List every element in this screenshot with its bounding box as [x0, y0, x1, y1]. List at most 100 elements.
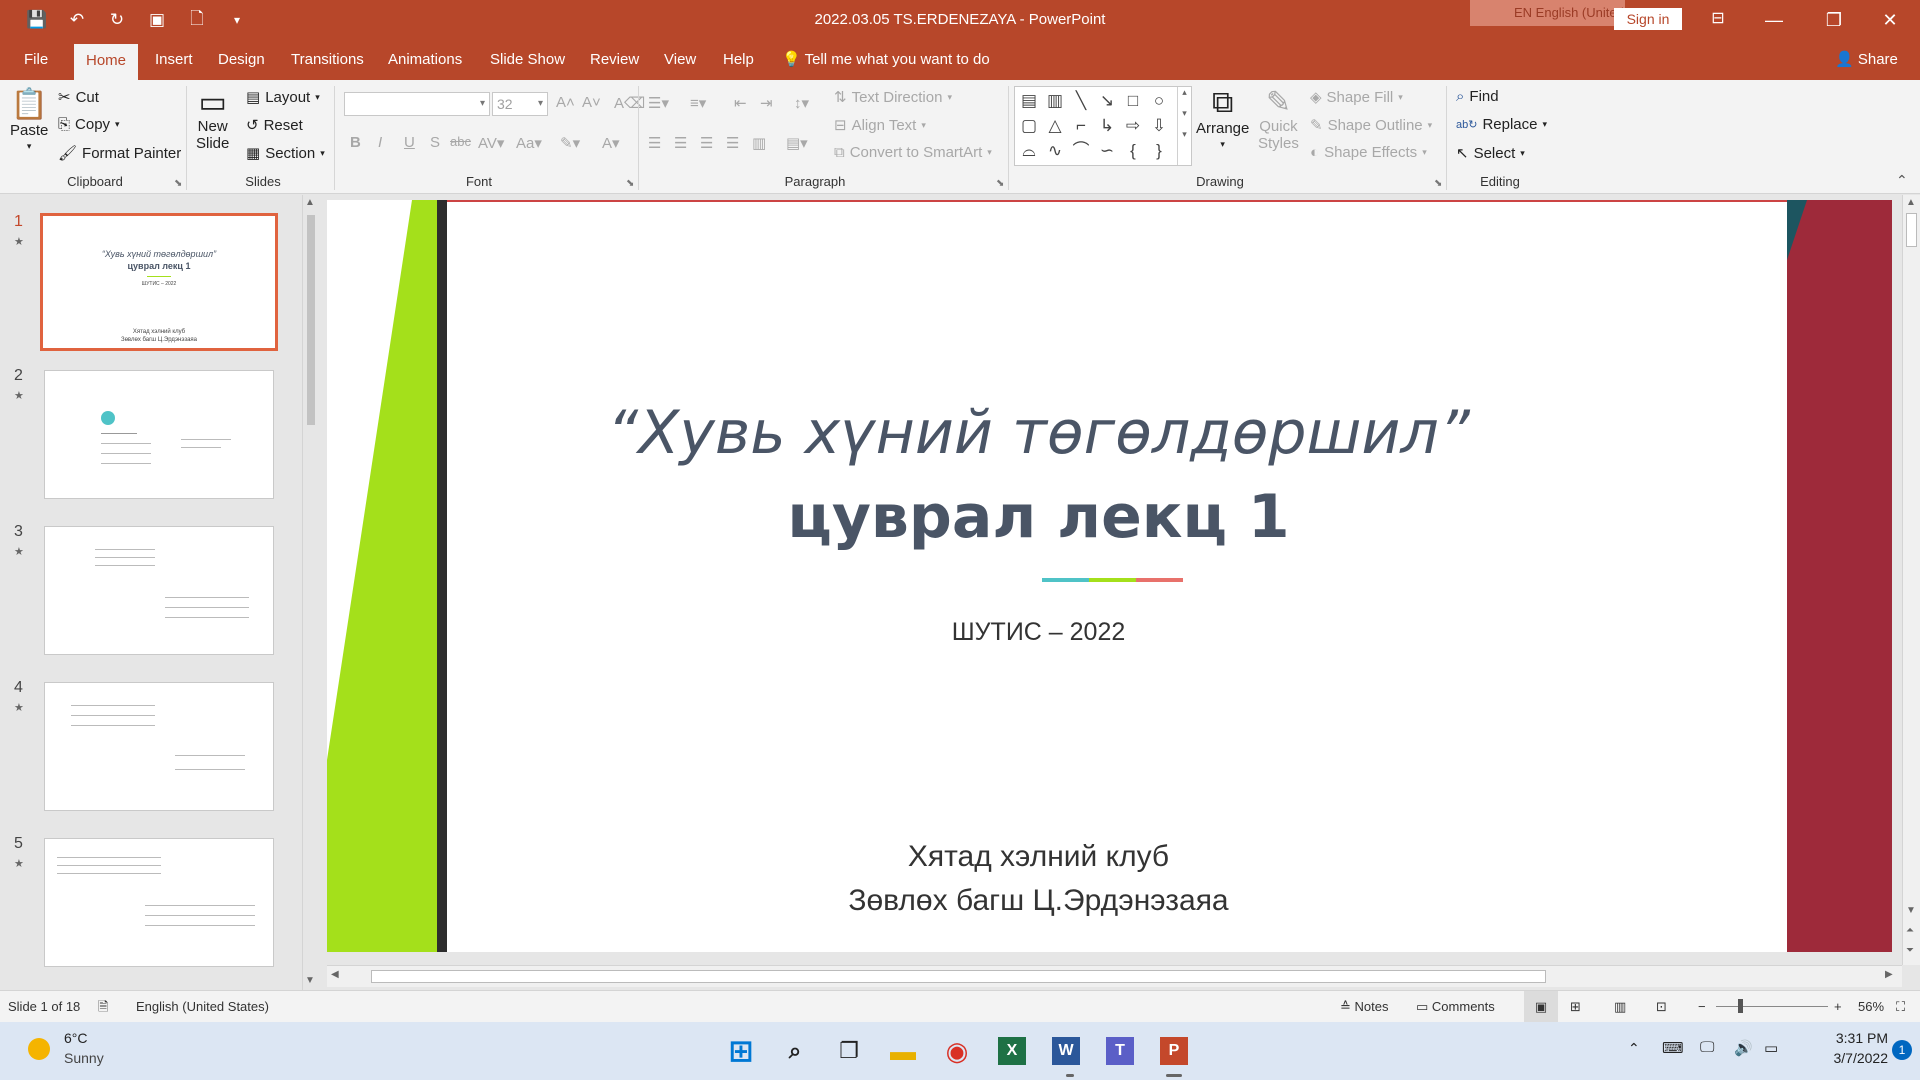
- shrink-font-icon[interactable]: A˅: [582, 94, 601, 111]
- reset-button[interactable]: ↺ Reset: [246, 116, 303, 135]
- rectangle-shape-icon[interactable]: □: [1123, 91, 1143, 111]
- paste-button[interactable]: 📋 Paste ▾: [10, 90, 48, 152]
- copy-button[interactable]: ⎘ Copy ▾: [58, 116, 120, 133]
- columns-icon[interactable]: ▥: [752, 134, 766, 152]
- slide-vertical-scrollbar[interactable]: ▲ ▼ ⏶ ⏷: [1902, 195, 1920, 965]
- save-icon[interactable]: 💾: [20, 3, 54, 37]
- scroll-down-icon[interactable]: ▼: [305, 975, 315, 986]
- slide-thumbnail-2[interactable]: [44, 370, 274, 499]
- dialog-launcher-icon[interactable]: ⬊: [996, 178, 1004, 189]
- sign-in-button[interactable]: Sign in: [1614, 8, 1682, 30]
- dialog-launcher-icon[interactable]: ⬊: [626, 178, 634, 189]
- zoom-slider-thumb[interactable]: [1738, 999, 1743, 1013]
- curve-shape-icon[interactable]: ∽: [1097, 141, 1117, 161]
- task-view-icon[interactable]: ❐: [830, 1032, 868, 1070]
- bold-icon[interactable]: B: [350, 134, 361, 151]
- share-button[interactable]: 👤 Share: [1835, 40, 1898, 80]
- scroll-thumb[interactable]: [1906, 213, 1917, 247]
- increase-indent-icon[interactable]: ⇥: [760, 94, 773, 112]
- section-button[interactable]: ▦ Section ▾: [246, 144, 325, 163]
- battery-icon[interactable]: ▭: [1764, 1039, 1778, 1057]
- convert-smartart-button[interactable]: ⧉ Convert to SmartArt ▾: [834, 144, 992, 161]
- line-spacing-icon[interactable]: ↕▾: [794, 94, 809, 112]
- tab-insert[interactable]: Insert: [155, 40, 193, 80]
- zoom-out-icon[interactable]: −: [1698, 991, 1706, 1023]
- comments-button[interactable]: ▭ Comments: [1416, 991, 1495, 1023]
- freeform-shape-icon[interactable]: ⌓: [1019, 141, 1039, 161]
- highlight-icon[interactable]: ✎▾: [560, 134, 580, 152]
- scroll-thumb[interactable]: [307, 215, 315, 425]
- tab-design[interactable]: Design: [218, 40, 265, 80]
- find-button[interactable]: ⌕ Find: [1456, 88, 1499, 105]
- tab-transitions[interactable]: Transitions: [291, 40, 364, 80]
- network-icon[interactable]: 🖵: [1700, 1039, 1714, 1056]
- slide-horizontal-scrollbar[interactable]: ◀ ▶: [327, 965, 1902, 987]
- show-hidden-icons-icon[interactable]: ⌃: [1628, 1040, 1640, 1057]
- font-color-icon[interactable]: A▾: [602, 134, 620, 152]
- select-button[interactable]: ↖ Select ▾: [1456, 144, 1525, 163]
- clock-date[interactable]: 3/7/2022: [1798, 1050, 1889, 1066]
- slide-thumbnail-4[interactable]: [44, 682, 274, 811]
- clock-time[interactable]: 3:31 PM: [1798, 1030, 1888, 1046]
- scribble-shape-icon[interactable]: ∿: [1045, 141, 1065, 161]
- shape-effects-button[interactable]: ◐ Shape Effects ▾: [1310, 144, 1427, 161]
- notification-badge[interactable]: 1: [1892, 1040, 1912, 1060]
- slide-canvas[interactable]: “Хувь хүний төгөлдөршил” цуврал лекц 1 Ш…: [327, 200, 1892, 952]
- layout-button[interactable]: ▤ Layout ▾: [246, 88, 320, 107]
- textbox-shape-icon[interactable]: ▤: [1019, 91, 1039, 111]
- undo-icon[interactable]: ↶: [60, 3, 94, 37]
- shape-outline-button[interactable]: ✎ Shape Outline ▾: [1310, 116, 1432, 135]
- font-name-combo[interactable]: ▾: [344, 92, 490, 116]
- redo-icon[interactable]: ↻: [100, 3, 134, 37]
- change-case-icon[interactable]: Aa▾: [516, 134, 542, 152]
- left-brace-shape-icon[interactable]: {: [1123, 141, 1143, 161]
- weather-temperature[interactable]: 6°C: [64, 1030, 88, 1046]
- tab-help[interactable]: Help: [723, 40, 754, 80]
- chrome-icon[interactable]: ◉: [938, 1032, 976, 1070]
- shape-fill-button[interactable]: ◈ Shape Fill ▾: [1310, 88, 1403, 107]
- zoom-slider[interactable]: [1716, 1006, 1828, 1007]
- elbow-arrow-shape-icon[interactable]: ↳: [1097, 116, 1117, 136]
- tab-file[interactable]: File: [24, 40, 48, 80]
- bullets-icon[interactable]: ☰▾: [648, 94, 669, 112]
- scroll-right-icon[interactable]: ▶: [1885, 969, 1893, 980]
- rounded-rectangle-shape-icon[interactable]: ▢: [1019, 116, 1039, 136]
- slide-thumbnail-3[interactable]: [44, 526, 274, 655]
- spelling-check-icon[interactable]: 🗎: [98, 991, 108, 1023]
- previous-slide-icon[interactable]: ⏶: [1906, 925, 1914, 936]
- windows-start-icon[interactable]: ⊞: [722, 1032, 760, 1070]
- tab-animations[interactable]: Animations: [388, 40, 462, 80]
- thumbnail-scrollbar[interactable]: ▲ ▼: [302, 195, 320, 990]
- arrow-line-shape-icon[interactable]: ↘: [1097, 91, 1117, 111]
- font-size-combo[interactable]: 32 ▾: [492, 92, 548, 116]
- minimize-button[interactable]: —: [1744, 0, 1804, 40]
- format-painter-button[interactable]: 🖌 Format Painter: [58, 144, 181, 163]
- arc-shape-icon[interactable]: ⌒: [1071, 141, 1091, 161]
- language-status[interactable]: English (United States): [136, 991, 269, 1023]
- tab-slide-show[interactable]: Slide Show: [490, 40, 565, 80]
- shapes-gallery[interactable]: ▤ ▥ ╲ ↘ □ ○ ▢ △ ⌐ ↳ ⇨ ⇩ ⌓ ∿ ⌒ ∽ { } ▴ ▾ ▾: [1014, 86, 1192, 166]
- slideshow-view-icon[interactable]: ⊡: [1656, 991, 1667, 1023]
- powerpoint-icon[interactable]: P: [1160, 1037, 1188, 1065]
- slide-author-block[interactable]: Хятад хэлний клуб Зөвлөх багш Ц.Эрдэнэза…: [447, 835, 1630, 923]
- text-direction-button[interactable]: ⇅ Text Direction ▾: [834, 88, 952, 107]
- tab-review[interactable]: Review: [590, 40, 639, 80]
- notes-button[interactable]: ≙ Notes: [1340, 991, 1389, 1023]
- align-text-button[interactable]: ⊟ Align Text ▾: [834, 116, 926, 135]
- text-box-align-icon[interactable]: ▤▾: [786, 134, 808, 152]
- keyboard-icon[interactable]: ⌨: [1662, 1039, 1684, 1057]
- strikethrough-icon[interactable]: abc: [450, 134, 471, 149]
- word-icon[interactable]: W: [1052, 1037, 1080, 1065]
- zoom-in-icon[interactable]: +: [1834, 991, 1842, 1023]
- slide-thumbnail-1[interactable]: “Хувь хүний төгөлдөршил” цуврал лекц 1 Ш…: [40, 213, 278, 351]
- scroll-thumb[interactable]: [371, 970, 1546, 983]
- ribbon-display-options-icon[interactable]: ⊟: [1706, 8, 1730, 30]
- scroll-up-icon[interactable]: ▲: [305, 197, 315, 208]
- right-brace-shape-icon[interactable]: }: [1149, 141, 1169, 161]
- replace-button[interactable]: ab↻ Replace ▾: [1456, 116, 1547, 133]
- dialog-launcher-icon[interactable]: ⬊: [1434, 178, 1442, 189]
- line-shape-icon[interactable]: ╲: [1071, 91, 1091, 111]
- numbering-icon[interactable]: ≡▾: [690, 94, 706, 112]
- arrange-button[interactable]: ⧉ Arrange ▾: [1196, 88, 1249, 150]
- weather-condition[interactable]: Sunny: [64, 1050, 104, 1066]
